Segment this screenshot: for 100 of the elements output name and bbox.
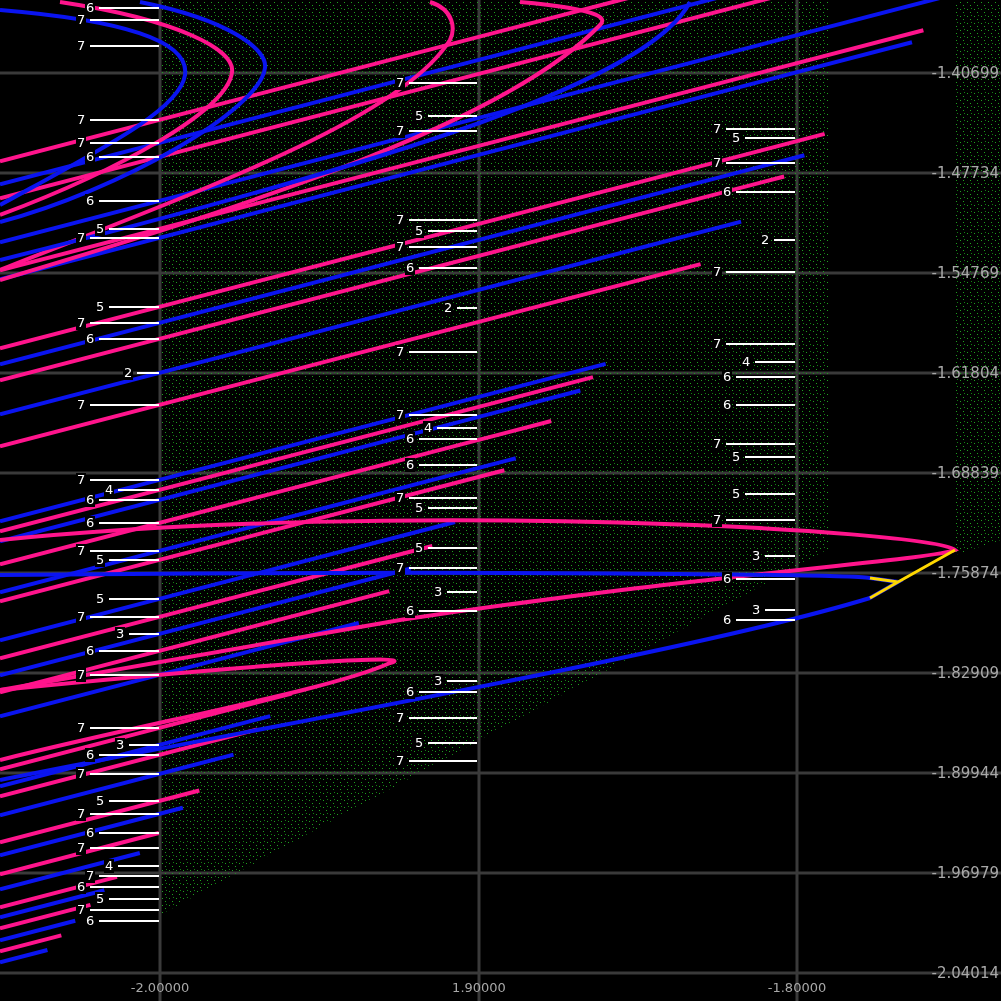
y-tick-label: -1.96979 — [931, 863, 999, 883]
period-label: 6 — [405, 458, 416, 472]
leader-line — [99, 200, 159, 202]
period-label: 7 — [712, 437, 723, 451]
period-label: 7 — [76, 668, 87, 682]
leader-line — [457, 307, 477, 309]
leader-line — [745, 493, 795, 495]
leader-line — [99, 522, 159, 524]
leader-line — [90, 847, 159, 849]
leader-line — [428, 547, 477, 549]
period-label: 7 — [395, 561, 406, 575]
period-label: 7 — [76, 807, 87, 821]
period-label: 7 — [712, 513, 723, 527]
leader-line — [99, 156, 159, 158]
y-tick-label: -1.82909 — [931, 663, 999, 683]
period-label: 6 — [405, 685, 416, 699]
period-label: 6 — [722, 398, 733, 412]
period-label: 6 — [405, 432, 416, 446]
leader-line — [409, 246, 477, 248]
y-tick-label: -1.75874 — [931, 563, 999, 583]
leader-line — [726, 271, 795, 273]
leader-line — [736, 376, 795, 378]
period-label: 5 — [414, 109, 425, 123]
leader-line — [736, 578, 795, 580]
period-label: 7 — [395, 711, 406, 725]
leader-line — [99, 499, 159, 501]
period-label: 6 — [85, 748, 96, 762]
leader-line — [90, 616, 159, 618]
period-label: 2 — [443, 301, 454, 315]
period-label: 7 — [395, 345, 406, 359]
leader-line — [447, 680, 477, 682]
period-label: 7 — [76, 316, 87, 330]
leader-line — [109, 598, 159, 600]
leader-line — [726, 519, 795, 521]
period-label: 6 — [85, 914, 96, 928]
period-label: 5 — [731, 131, 742, 145]
period-label: 5 — [95, 300, 106, 314]
y-tick-label: -1.89944 — [931, 763, 999, 783]
leader-line — [428, 115, 477, 117]
leader-line — [409, 130, 477, 132]
period-label: 5 — [414, 501, 425, 515]
period-label: 4 — [104, 859, 115, 873]
leader-line — [447, 591, 477, 593]
period-label: 4 — [104, 483, 115, 497]
period-label: 7 — [76, 231, 87, 245]
period-label: 7 — [85, 869, 96, 883]
period-label: 5 — [95, 553, 106, 567]
leader-line — [736, 191, 795, 193]
leader-line — [90, 909, 159, 911]
leader-line — [99, 832, 159, 834]
leader-line — [428, 230, 477, 232]
period-label: 7 — [76, 113, 87, 127]
leader-line — [118, 489, 159, 491]
leader-line — [736, 404, 795, 406]
leader-line — [774, 239, 795, 241]
period-label: 5 — [414, 224, 425, 238]
y-tick-label: -1.68839 — [931, 463, 999, 483]
y-tick-label: -1.54769 — [931, 263, 999, 283]
period-label: 7 — [712, 156, 723, 170]
leader-line — [726, 443, 795, 445]
period-label: 6 — [722, 613, 733, 627]
leader-line — [118, 865, 159, 867]
period-label: 7 — [76, 903, 87, 917]
leader-line — [726, 162, 795, 164]
leader-line — [99, 920, 159, 922]
leader-line — [90, 550, 159, 552]
leader-line — [90, 322, 159, 324]
period-label: 5 — [95, 222, 106, 236]
leader-line — [99, 754, 159, 756]
leader-line — [409, 351, 477, 353]
period-label: 5 — [414, 541, 425, 555]
leader-line — [109, 800, 159, 802]
period-label: 3 — [115, 627, 126, 641]
period-label: 7 — [395, 491, 406, 505]
leader-line — [745, 137, 795, 139]
period-label: 5 — [414, 736, 425, 750]
period-label: 7 — [395, 213, 406, 227]
period-label: 4 — [741, 355, 752, 369]
leader-line — [90, 119, 159, 121]
y-tick-label: -1.47734 — [931, 163, 999, 183]
leader-line — [409, 219, 477, 221]
leader-line — [409, 567, 477, 569]
period-label: 6 — [722, 572, 733, 586]
leader-line — [109, 228, 159, 230]
period-label: 5 — [731, 450, 742, 464]
x-tick-label: -2.00000 — [129, 980, 191, 996]
leader-line — [428, 742, 477, 744]
x-tick-label: -1.80000 — [766, 980, 828, 996]
leader-line — [726, 343, 795, 345]
leader-line — [109, 898, 159, 900]
leader-line — [99, 875, 159, 877]
period-label: 6 — [722, 370, 733, 384]
leader-line — [419, 464, 477, 466]
leader-line — [409, 760, 477, 762]
leader-line — [419, 610, 477, 612]
leader-line — [409, 82, 477, 84]
leader-line — [419, 691, 477, 693]
period-label: 7 — [395, 754, 406, 768]
period-label: 6 — [76, 880, 87, 894]
leader-line — [765, 609, 795, 611]
